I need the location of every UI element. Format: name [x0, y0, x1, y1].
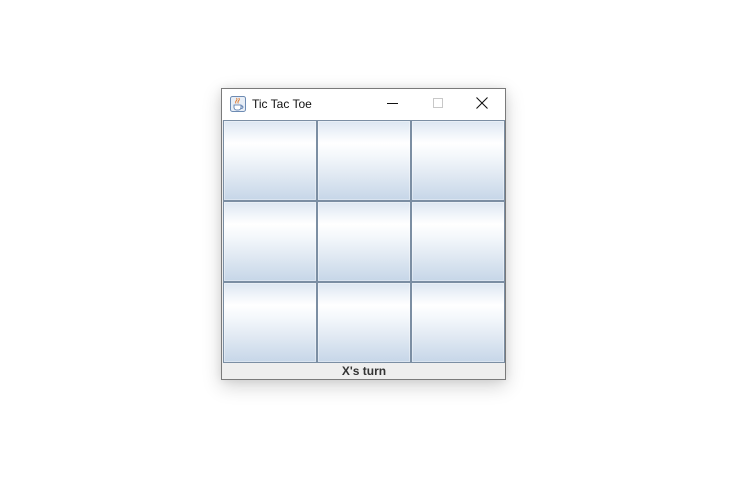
- maximize-icon: [432, 96, 444, 114]
- board-cell-8[interactable]: [317, 282, 411, 363]
- java-cup-icon[interactable]: [230, 96, 246, 112]
- maximize-button[interactable]: [415, 89, 461, 120]
- board-cell-5[interactable]: [317, 201, 411, 282]
- board-cell-3[interactable]: [411, 120, 505, 201]
- status-label: X's turn: [341, 364, 387, 378]
- minimize-icon: [386, 96, 398, 114]
- title-bar[interactable]: Tic Tac Toe: [222, 89, 505, 120]
- desktop: Tic Tac Toe X's turn: [0, 0, 753, 497]
- board-cell-4[interactable]: [223, 201, 317, 282]
- close-icon: [476, 96, 488, 114]
- board-cell-7[interactable]: [223, 282, 317, 363]
- board-cell-1[interactable]: [223, 120, 317, 201]
- close-button[interactable]: [459, 89, 505, 120]
- window-title: Tic Tac Toe: [252, 97, 312, 111]
- board-cell-9[interactable]: [411, 282, 505, 363]
- minimize-button[interactable]: [369, 89, 415, 120]
- tic-tac-toe-window: Tic Tac Toe X's turn: [221, 88, 506, 380]
- game-board: [223, 120, 505, 363]
- board-cell-6[interactable]: [411, 201, 505, 282]
- board-cell-2[interactable]: [317, 120, 411, 201]
